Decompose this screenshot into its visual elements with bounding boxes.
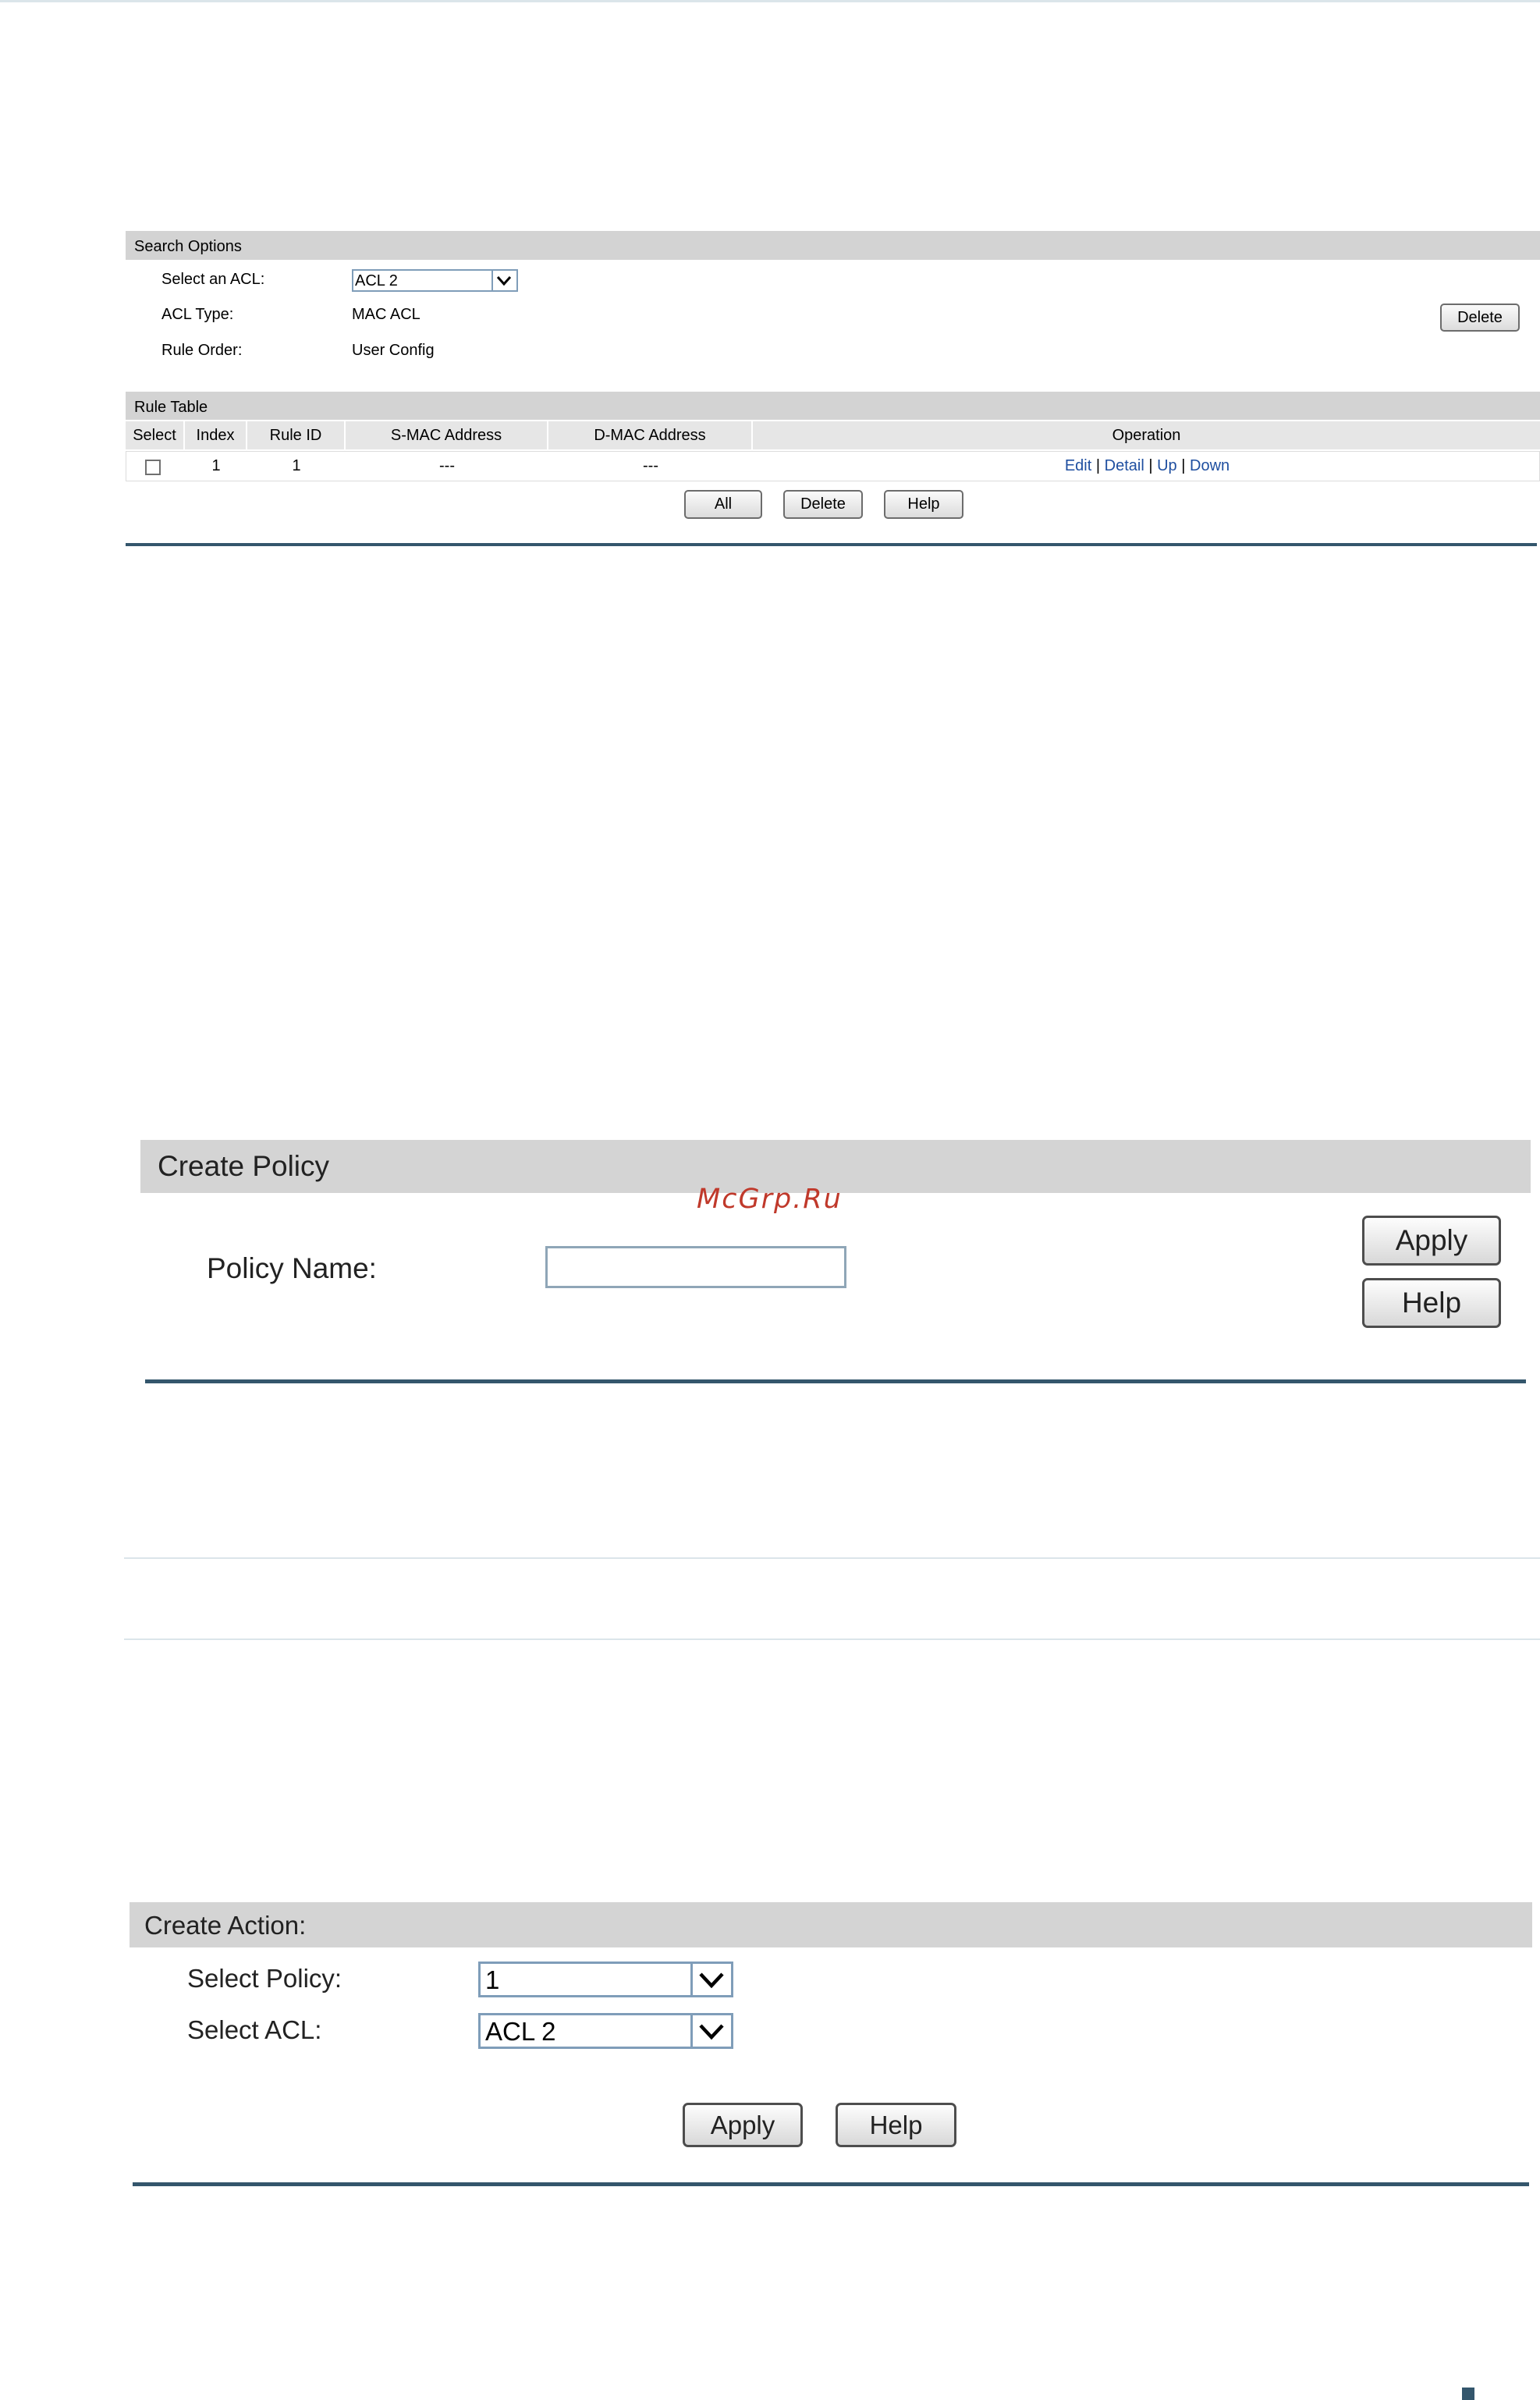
delete-acl-button[interactable]: Delete [1440, 304, 1520, 332]
chevron-down-icon[interactable] [690, 2015, 731, 2047]
page-corner-marker [1462, 2388, 1474, 2400]
row-operations: Edit | Detail | Up | Down [754, 452, 1540, 481]
row-index: 1 [211, 457, 221, 474]
policy-name-input[interactable] [545, 1246, 846, 1288]
column-header-smac: S-MAC Address [346, 421, 547, 449]
rule-order-value: User Config [352, 342, 435, 359]
column-header-rule-id: Rule ID [247, 421, 344, 449]
detail-link[interactable]: Detail [1105, 457, 1144, 474]
operation-separator: | [1181, 457, 1186, 474]
select-all-button[interactable]: All [684, 490, 762, 519]
row-dmac: --- [643, 457, 658, 474]
create-policy-title: Create Policy [158, 1150, 330, 1182]
page-top-rule [0, 0, 1540, 2]
rule-table-header: Rule Table [126, 392, 1540, 420]
chevron-down-icon[interactable] [690, 1964, 731, 1995]
select-policy-dropdown[interactable]: 1 [478, 1962, 733, 1997]
separator-line [124, 1638, 1540, 1640]
up-link[interactable]: Up [1157, 457, 1177, 474]
select-policy-value: 1 [485, 1965, 500, 1994]
help-action-button[interactable]: Help [836, 2103, 956, 2147]
panel-divider [145, 1379, 1526, 1383]
policy-name-label: Policy Name: [207, 1252, 377, 1284]
acl-type-value: MAC ACL [352, 306, 420, 323]
row-select-checkbox[interactable] [145, 460, 161, 475]
help-policy-button[interactable]: Help [1362, 1278, 1501, 1328]
select-acl-action-value: ACL 2 [485, 2017, 556, 2046]
operation-separator: | [1148, 457, 1153, 474]
panel-divider [126, 543, 1537, 546]
select-acl-action-label: Select ACL: [187, 2015, 322, 2044]
chevron-down-icon[interactable] [491, 271, 516, 290]
table-row: 1 1 --- --- Edit | Detail | Up | Down [126, 451, 1540, 481]
search-options-title: Search Options [134, 238, 242, 255]
separator-line [124, 1557, 1540, 1559]
create-action-header: Create Action: [130, 1902, 1532, 1947]
rule-table-column-headers: Select Index Rule ID S-MAC Address D-MAC… [126, 421, 1540, 449]
watermark: McGrp.Ru [697, 1184, 843, 1215]
row-rule-id: 1 [292, 457, 301, 474]
column-header-select: Select [126, 421, 183, 449]
edit-link[interactable]: Edit [1065, 457, 1091, 474]
apply-policy-button[interactable]: Apply [1362, 1216, 1501, 1266]
acl-type-label: ACL Type: [161, 306, 234, 323]
help-button[interactable]: Help [884, 490, 963, 519]
delete-rules-button[interactable]: Delete [783, 490, 863, 519]
select-acl-label: Select an ACL: [161, 271, 265, 288]
operation-separator: | [1095, 457, 1101, 474]
search-options-header: Search Options [126, 231, 1540, 260]
panel-divider [133, 2182, 1529, 2186]
rule-table-title: Rule Table [134, 399, 208, 416]
create-action-title: Create Action: [144, 1911, 307, 1940]
row-smac: --- [439, 457, 455, 474]
rule-order-label: Rule Order: [161, 342, 243, 359]
column-header-index: Index [185, 421, 246, 449]
column-header-dmac: D-MAC Address [548, 421, 751, 449]
column-header-operation: Operation [753, 421, 1540, 449]
select-acl-action-dropdown[interactable]: ACL 2 [478, 2013, 733, 2049]
down-link[interactable]: Down [1190, 457, 1230, 474]
select-policy-label: Select Policy: [187, 1964, 342, 1993]
select-acl-dropdown[interactable]: ACL 2 [352, 269, 518, 292]
select-acl-value: ACL 2 [355, 272, 398, 289]
apply-action-button[interactable]: Apply [683, 2103, 803, 2147]
